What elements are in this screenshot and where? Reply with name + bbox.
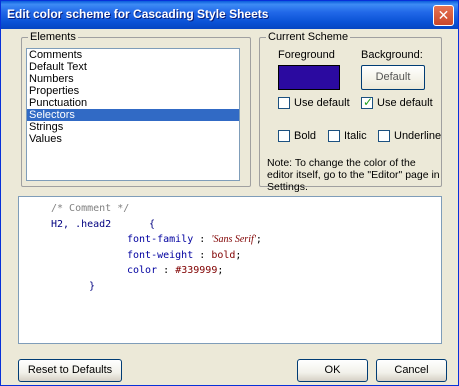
preview-semicolon: ; (217, 265, 224, 276)
list-item[interactable]: Default Text (27, 61, 239, 73)
preview-colon: : (163, 265, 170, 276)
preview-line-2: font-weight : bold; (127, 250, 241, 261)
css-preview: /* Comment */ H2, .head2 { font-family : … (18, 196, 442, 344)
elements-group: Elements Comments Default Text Numbers P… (21, 31, 251, 187)
close-button[interactable]: ✕ (433, 5, 454, 26)
preview-value-1: 'Sans Serif' (211, 234, 256, 245)
preview-colon: : (199, 234, 206, 245)
preview-close-brace: } (89, 281, 96, 292)
elements-group-label: Elements (28, 31, 78, 43)
list-item[interactable]: Strings (27, 121, 239, 133)
use-default-fg-checkbox[interactable] (278, 97, 290, 109)
bold-checkbox[interactable] (278, 130, 290, 142)
title-bar[interactable]: Edit color scheme for Cascading Style Sh… (1, 1, 458, 29)
dialog-title: Edit color scheme for Cascading Style Sh… (7, 7, 269, 21)
preview-line-3: color : #339999; (127, 265, 223, 276)
preview-colon: : (199, 250, 206, 261)
elements-list[interactable]: Comments Default Text Numbers Properties… (26, 48, 240, 181)
preview-prop-3: color (127, 265, 158, 276)
preview-open-brace: { (149, 219, 156, 230)
cancel-button[interactable]: Cancel (376, 359, 447, 382)
preview-value-3: #339999 (175, 265, 218, 276)
underline-label: Underline (394, 130, 442, 142)
list-item[interactable]: Punctuation (27, 97, 239, 109)
italic-checkbox[interactable] (328, 130, 340, 142)
use-default-bg-checkbox[interactable] (361, 95, 373, 109)
list-item[interactable]: Properties (27, 85, 239, 97)
preview-line-1: font-family : 'Sans Serif'; (127, 234, 262, 245)
preview-prop-1: font-family (127, 234, 194, 245)
foreground-color-swatch[interactable] (278, 65, 340, 90)
close-icon: ✕ (437, 7, 450, 23)
current-scheme-label: Current Scheme (266, 31, 351, 43)
preview-comment: /* Comment */ (51, 203, 130, 214)
italic-label: Italic (344, 130, 367, 142)
use-default-bg-label: Use default (377, 97, 433, 109)
preview-semicolon: ; (255, 234, 262, 245)
list-item[interactable]: Values (27, 133, 239, 145)
preview-selector-line: H2, .head2 { (51, 219, 155, 230)
editor-note: Note: To change the color of the editor … (267, 157, 440, 193)
list-item[interactable]: Comments (27, 49, 239, 61)
dialog-window: Edit color scheme for Cascading Style Sh… (0, 0, 459, 386)
preview-semicolon: ; (235, 250, 242, 261)
ok-button[interactable]: OK (297, 359, 368, 382)
list-item[interactable]: Numbers (27, 73, 239, 85)
foreground-label: Foreground (278, 49, 335, 61)
background-label: Background: (361, 49, 423, 61)
bold-label: Bold (294, 130, 317, 142)
preview-selector: H2, .head2 (51, 219, 112, 230)
list-item-selected[interactable]: Selectors (27, 109, 239, 121)
use-default-fg-label: Use default (294, 97, 350, 109)
reset-to-defaults-button[interactable]: Reset to Defaults (18, 359, 122, 382)
underline-checkbox[interactable] (378, 130, 390, 142)
preview-prop-2: font-weight (127, 250, 194, 261)
background-default-button[interactable]: Default (361, 65, 425, 90)
current-scheme-group: Current Scheme Foreground Background: De… (259, 31, 442, 193)
preview-value-2: bold (211, 250, 236, 261)
